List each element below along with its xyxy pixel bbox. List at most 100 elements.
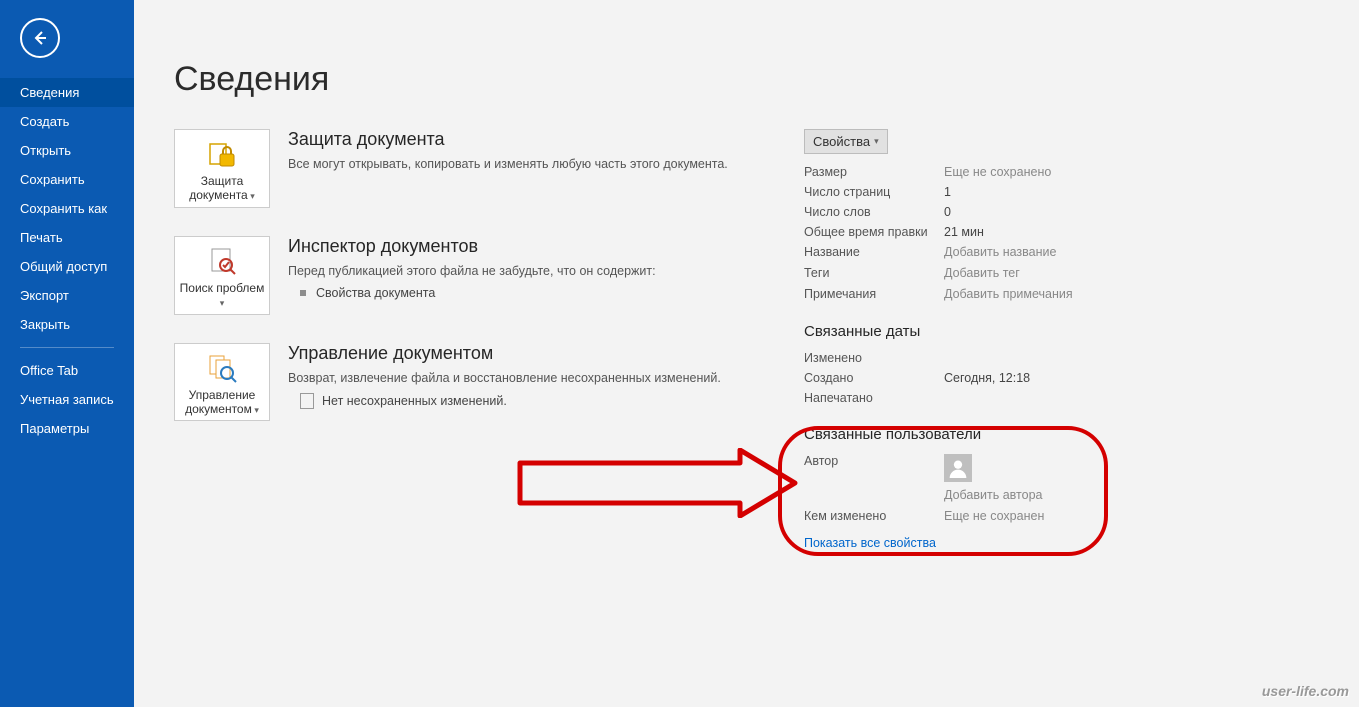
sidebar-item-save-as[interactable]: Сохранить как [0,194,134,223]
bullet-row: Свойства документа [288,286,784,300]
properties-panel: Свойства▾ РазмерЕще не сохранено Число с… [804,129,1124,550]
sidebar-item-share[interactable]: Общий доступ [0,252,134,281]
show-all-properties-link[interactable]: Показать все свойства [804,536,936,550]
sidebar-item-label: Открыть [20,143,71,158]
sidebar-item-label: Сохранить как [20,201,107,216]
note-text: Нет несохраненных изменений. [322,394,507,408]
protect-document-tile[interactable]: Защита документа ▾ [174,129,270,208]
sidebar-item-label: Закрыть [20,317,70,332]
manage-section: Управление документом ▾ Управление докум… [174,343,784,422]
prop-words: Число слов0 [804,202,1124,222]
prop-value[interactable]: Добавить тег [944,266,1020,281]
prop-label: Число страниц [804,185,944,199]
add-author[interactable]: Добавить автора [944,488,1042,503]
card-desc: Возврат, извлечение файла и восстановлен… [288,370,784,388]
tile-label: Управление документом ▾ [179,388,265,417]
prop-title[interactable]: НазваниеДобавить название [804,242,1124,263]
sidebar-item-label: Сведения [20,85,79,100]
sidebar-item-label: Создать [20,114,69,129]
sidebar-item-close[interactable]: Закрыть [0,310,134,339]
sidebar-item-new[interactable]: Создать [0,107,134,136]
tile-label: Поиск проблем ▾ [179,281,265,310]
main-area: Сведения Защита документа ▾ Защита докум… [134,0,1359,707]
prop-label: Теги [804,266,944,281]
inspect-text: Инспектор документов Перед публикацией э… [288,236,784,301]
card-title: Защита документа [288,129,784,150]
prop-last-modified-by: Кем измененоЕще не сохранен [804,506,1124,526]
prop-label: Название [804,245,944,260]
prop-edit-time: Общее время правки21 мин [804,222,1124,242]
sidebar-item-label: Учетная запись [20,392,114,407]
card-title: Инспектор документов [288,236,784,257]
prop-value: 0 [944,205,951,219]
prop-modified: Изменено [804,348,1124,368]
prop-value: Сегодня, 12:18 [944,371,1030,385]
prop-value[interactable]: Добавить название [944,245,1056,260]
avatar-icon [944,454,972,482]
sidebar-item-print[interactable]: Печать [0,223,134,252]
manage-icon [206,352,238,384]
protect-text: Защита документа Все могут открывать, ко… [288,129,784,174]
sidebar-item-save[interactable]: Сохранить [0,165,134,194]
prop-label: Изменено [804,351,944,365]
content-row: Защита документа ▾ Защита документа Все … [174,129,1319,550]
protect-section: Защита документа ▾ Защита документа Все … [174,129,784,208]
sidebar-item-office-tab[interactable]: Office Tab [0,356,134,385]
prop-value[interactable]: Добавить примечания [944,287,1073,302]
card-desc: Все могут открывать, копировать и изменя… [288,156,784,174]
prop-label: Напечатано [804,391,944,405]
author-cell: Добавить автора [944,454,1042,503]
properties-dropdown[interactable]: Свойства▾ [804,129,888,154]
related-people-header: Связанные пользователи [804,426,1124,443]
card-title: Управление документом [288,343,784,364]
properties-label: Свойства [813,134,870,149]
prop-value: 1 [944,185,951,199]
bullet-icon [300,290,306,296]
note-row: Нет несохраненных изменений. [288,393,784,409]
prop-label: Автор [804,454,944,468]
sidebar-separator [20,347,114,348]
prop-label: Кем изменено [804,509,944,523]
sidebar-item-label: Экспорт [20,288,69,303]
sidebar-item-account[interactable]: Учетная запись [0,385,134,414]
prop-label: Размер [804,165,944,179]
prop-created: СозданоСегодня, 12:18 [804,368,1124,388]
tile-label: Защита документа ▾ [179,174,265,203]
sidebar-item-label: Сохранить [20,172,85,187]
sidebar-item-export[interactable]: Экспорт [0,281,134,310]
prop-size: РазмерЕще не сохранено [804,162,1124,182]
prop-tags[interactable]: ТегиДобавить тег [804,263,1124,284]
sidebar-item-label: Параметры [20,421,89,436]
inspect-section: Поиск проблем ▾ Инспектор документов Пер… [174,236,784,315]
sidebar-item-label: Общий доступ [20,259,107,274]
manage-text: Управление документом Возврат, извлечени… [288,343,784,410]
back-button[interactable] [20,18,60,58]
watermark: user-life.com [1262,683,1349,699]
prop-label: Создано [804,371,944,385]
prop-label: Примечания [804,287,944,302]
page-title: Сведения [174,60,1319,99]
backstage-sidebar: Сведения Создать Открыть Сохранить Сохра… [0,0,134,707]
sidebar-item-options[interactable]: Параметры [0,414,134,443]
left-column: Защита документа ▾ Защита документа Все … [174,129,784,449]
document-icon [300,393,314,409]
prop-value: 21 мин [944,225,984,239]
prop-comments[interactable]: ПримечанияДобавить примечания [804,284,1124,305]
sidebar-item-label: Office Tab [20,363,78,378]
prop-pages: Число страниц1 [804,182,1124,202]
prop-printed: Напечатано [804,388,1124,408]
prop-label: Общее время правки [804,225,944,239]
card-desc: Перед публикацией этого файла не забудьт… [288,263,784,281]
prop-author: Автор Добавить автора [804,451,1124,506]
related-dates-header: Связанные даты [804,323,1124,340]
manage-document-tile[interactable]: Управление документом ▾ [174,343,270,422]
bullet-text: Свойства документа [316,286,435,300]
inspect-icon [206,245,238,277]
sidebar-item-info[interactable]: Сведения [0,78,134,107]
sidebar-item-open[interactable]: Открыть [0,136,134,165]
prop-label: Число слов [804,205,944,219]
lock-icon [206,138,238,170]
prop-value: Еще не сохранен [944,509,1044,523]
sidebar-item-label: Печать [20,230,63,245]
check-issues-tile[interactable]: Поиск проблем ▾ [174,236,270,315]
